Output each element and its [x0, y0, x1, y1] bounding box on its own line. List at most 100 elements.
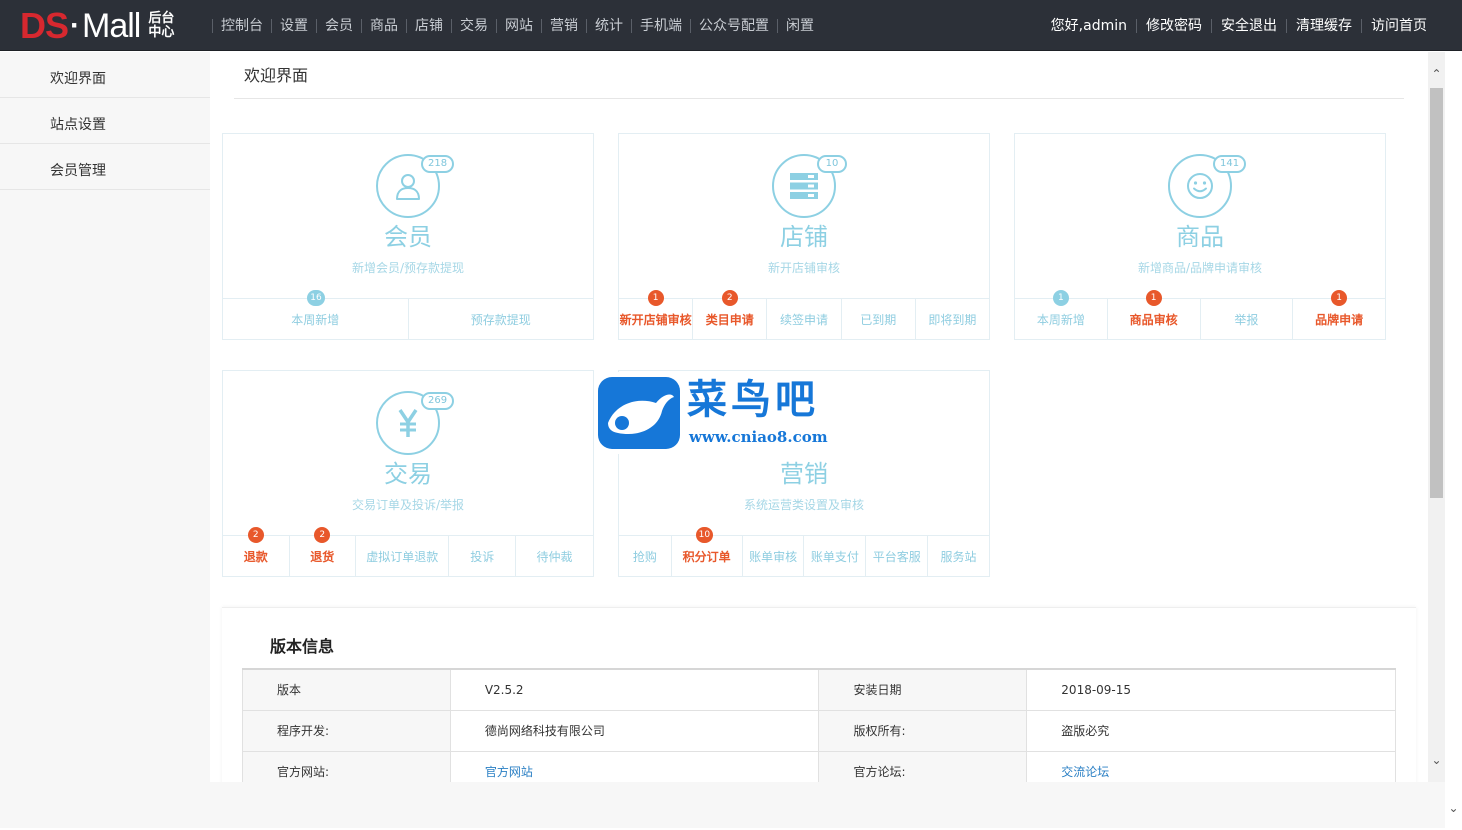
scroll-down-icon[interactable]: ⌄ [1428, 752, 1445, 769]
goods-week-new-link[interactable]: 1 本周新增 [1015, 290, 1107, 339]
smile-icon [1187, 173, 1213, 199]
logout-link[interactable]: 安全退出 [1211, 18, 1286, 33]
store-expired-link[interactable]: 已到期 [840, 299, 915, 339]
goods-audit-badge: 1 [1145, 290, 1162, 306]
watermark-cn-text: 菜鸟吧 [687, 376, 819, 423]
nav-mobile[interactable]: 手机端 [631, 18, 690, 33]
goods-week-new-label: 本周新增 [1036, 313, 1085, 327]
window-scroll-down-icon[interactable]: ⌄ [1445, 800, 1462, 817]
member-deposit-withdraw-link[interactable]: 预存款提现 [407, 299, 594, 339]
sidebar-item-site-settings[interactable]: 站点设置 [0, 98, 210, 144]
window-scrollbar[interactable]: ⌄ [1445, 52, 1462, 828]
main-nav: 控制台 设置 会员 商品 店铺 交易 网站 营销 统计 手机端 公众号配置 闲置 [212, 0, 822, 51]
trade-arbitration-link[interactable]: 待仲裁 [514, 536, 593, 576]
watermark: 菜鸟吧 www.cniao8.com [595, 372, 878, 454]
marketing-customer-service-label: 平台客服 [872, 550, 921, 564]
store-category-apply-badge: 2 [721, 290, 738, 306]
goods-audit-link[interactable]: 1 商品审核 [1106, 290, 1200, 339]
table-row: 官方网站: 官方网站 官方论坛: 交流论坛 [242, 750, 1396, 782]
goods-brand-apply-link[interactable]: 1 品牌申请 [1292, 290, 1385, 339]
copyright-key: 版权所有: [818, 709, 1028, 752]
bird-icon [608, 394, 674, 435]
version-table: 版本 V2.5.2 安装日期 2018-09-15 程序开发: 德尚网络科技有限… [242, 668, 1396, 782]
visit-home-link[interactable]: 访问首页 [1361, 18, 1436, 33]
trade-count-badge: 269 [421, 392, 455, 410]
trade-return-link[interactable]: 2 退货 [288, 527, 356, 576]
nav-goods[interactable]: 商品 [361, 18, 406, 33]
marketing-customer-service-link[interactable]: 平台客服 [865, 536, 927, 576]
nav-settings[interactable]: 设置 [271, 18, 316, 33]
nav-trade[interactable]: 交易 [451, 18, 496, 33]
trade-card-desc: 交易订单及投诉/举报 [351, 498, 465, 512]
sidebar-item-welcome[interactable]: 欢迎界面 [0, 52, 210, 98]
trade-card: 269 交易 交易订单及投诉/举报 2 退款 2 退货 虚拟订单退款 投诉 待仲… [222, 370, 594, 577]
member-week-new-link[interactable]: 16 本周新增 [223, 290, 408, 339]
official-forum-key: 官方论坛: [818, 750, 1028, 782]
marketing-service-station-label: 服务站 [940, 550, 977, 564]
marketing-points-order-label: 积分订单 [682, 550, 731, 564]
store-renew-apply-link[interactable]: 续签申请 [766, 299, 840, 339]
nav-website[interactable]: 网站 [496, 18, 541, 33]
marketing-bill-audit-link[interactable]: 账单审核 [741, 536, 804, 576]
logo-brand-right: Mall [82, 7, 141, 45]
sidebar-item-member-management[interactable]: 会员管理 [0, 144, 210, 190]
trade-refund-link[interactable]: 2 退款 [223, 527, 289, 576]
goods-count-badge: 141 [1213, 155, 1247, 173]
nav-idle[interactable]: 闲置 [777, 18, 822, 33]
goods-brand-apply-badge: 1 [1331, 290, 1348, 306]
yen-icon [398, 409, 418, 437]
nav-marketing[interactable]: 营销 [541, 18, 586, 33]
content-scrollbar[interactable]: ⌃ ⌄ [1428, 52, 1445, 782]
nav-wechat-config[interactable]: 公众号配置 [690, 18, 777, 33]
trade-complaint-link[interactable]: 投诉 [448, 536, 515, 576]
member-card-title: 会员 [384, 223, 432, 251]
store-renew-apply-label: 续签申请 [780, 313, 829, 327]
page-title: 欢迎界面 [234, 52, 1404, 99]
scroll-up-icon[interactable]: ⌃ [1428, 66, 1445, 83]
goods-week-new-badge: 1 [1052, 290, 1069, 306]
store-expiring-link[interactable]: 即将到期 [914, 299, 989, 339]
goods-report-link[interactable]: 举报 [1199, 299, 1293, 339]
logo-brand-dot: · [70, 9, 81, 42]
nav-member[interactable]: 会员 [316, 18, 361, 33]
trade-card-links: 2 退款 2 退货 虚拟订单退款 投诉 待仲裁 [223, 527, 593, 576]
trade-return-label: 退货 [310, 550, 335, 564]
store-category-apply-link[interactable]: 2 类目申请 [692, 290, 766, 339]
change-password-link[interactable]: 修改密码 [1136, 18, 1211, 33]
official-forum-cell: 交流论坛 [1026, 750, 1396, 782]
nav-dashboard[interactable]: 控制台 [212, 18, 271, 33]
marketing-flash-sale-link[interactable]: 抢购 [619, 536, 671, 576]
marketing-bill-pay-label: 账单支付 [810, 550, 859, 564]
logo-brand-left: DS [20, 5, 69, 46]
official-site-link[interactable]: 官方网站 [485, 765, 533, 779]
scrollbar-thumb[interactable] [1430, 88, 1443, 498]
trade-virtual-refund-link[interactable]: 虚拟订单退款 [355, 536, 448, 576]
marketing-card-desc: 系统运营类设置及审核 [743, 498, 864, 512]
member-week-new-badge: 16 [307, 290, 325, 306]
goods-card: 141 商品 新增商品/品牌申请审核 1 本周新增 1 商品审核 举报 1 品牌… [1014, 133, 1386, 340]
user-icon [396, 174, 420, 200]
official-forum-link[interactable]: 交流论坛 [1061, 765, 1109, 779]
marketing-bill-pay-link[interactable]: 账单支付 [803, 536, 865, 576]
marketing-points-order-link[interactable]: 10 积分订单 [670, 527, 742, 576]
nav-store[interactable]: 店铺 [406, 18, 451, 33]
version-key: 版本 [242, 668, 451, 711]
install-date-key: 安装日期 [818, 668, 1028, 711]
user-nav: 您好,admin 修改密码 安全退出 清理缓存 访问首页 [1042, 0, 1436, 51]
marketing-service-station-link[interactable]: 服务站 [927, 536, 989, 576]
trade-arbitration-label: 待仲裁 [536, 550, 573, 564]
user-greeting[interactable]: 您好,admin [1042, 19, 1136, 33]
member-card: 218 会员 新增会员/预存款提现 16 本周新增 预存款提现 [222, 133, 594, 340]
version-title: 版本信息 [270, 637, 335, 656]
clear-cache-link[interactable]: 清理缓存 [1286, 18, 1361, 33]
member-week-new-label: 本周新增 [291, 313, 340, 327]
logo[interactable]: DS · Mall 后台中心 [20, 6, 176, 46]
nav-stats[interactable]: 统计 [586, 18, 631, 33]
member-card-links: 16 本周新增 预存款提现 [223, 290, 594, 339]
trade-virtual-refund-label: 虚拟订单退款 [366, 550, 439, 564]
logo-subtitle: 后台中心 [148, 11, 175, 40]
marketing-card-links: 抢购 10 积分订单 账单审核 账单支付 平台客服 服务站 [619, 527, 989, 576]
trade-return-badge: 2 [314, 527, 331, 543]
store-new-audit-link[interactable]: 1 新开店铺审核 [619, 290, 692, 339]
store-new-audit-badge: 1 [647, 290, 664, 306]
